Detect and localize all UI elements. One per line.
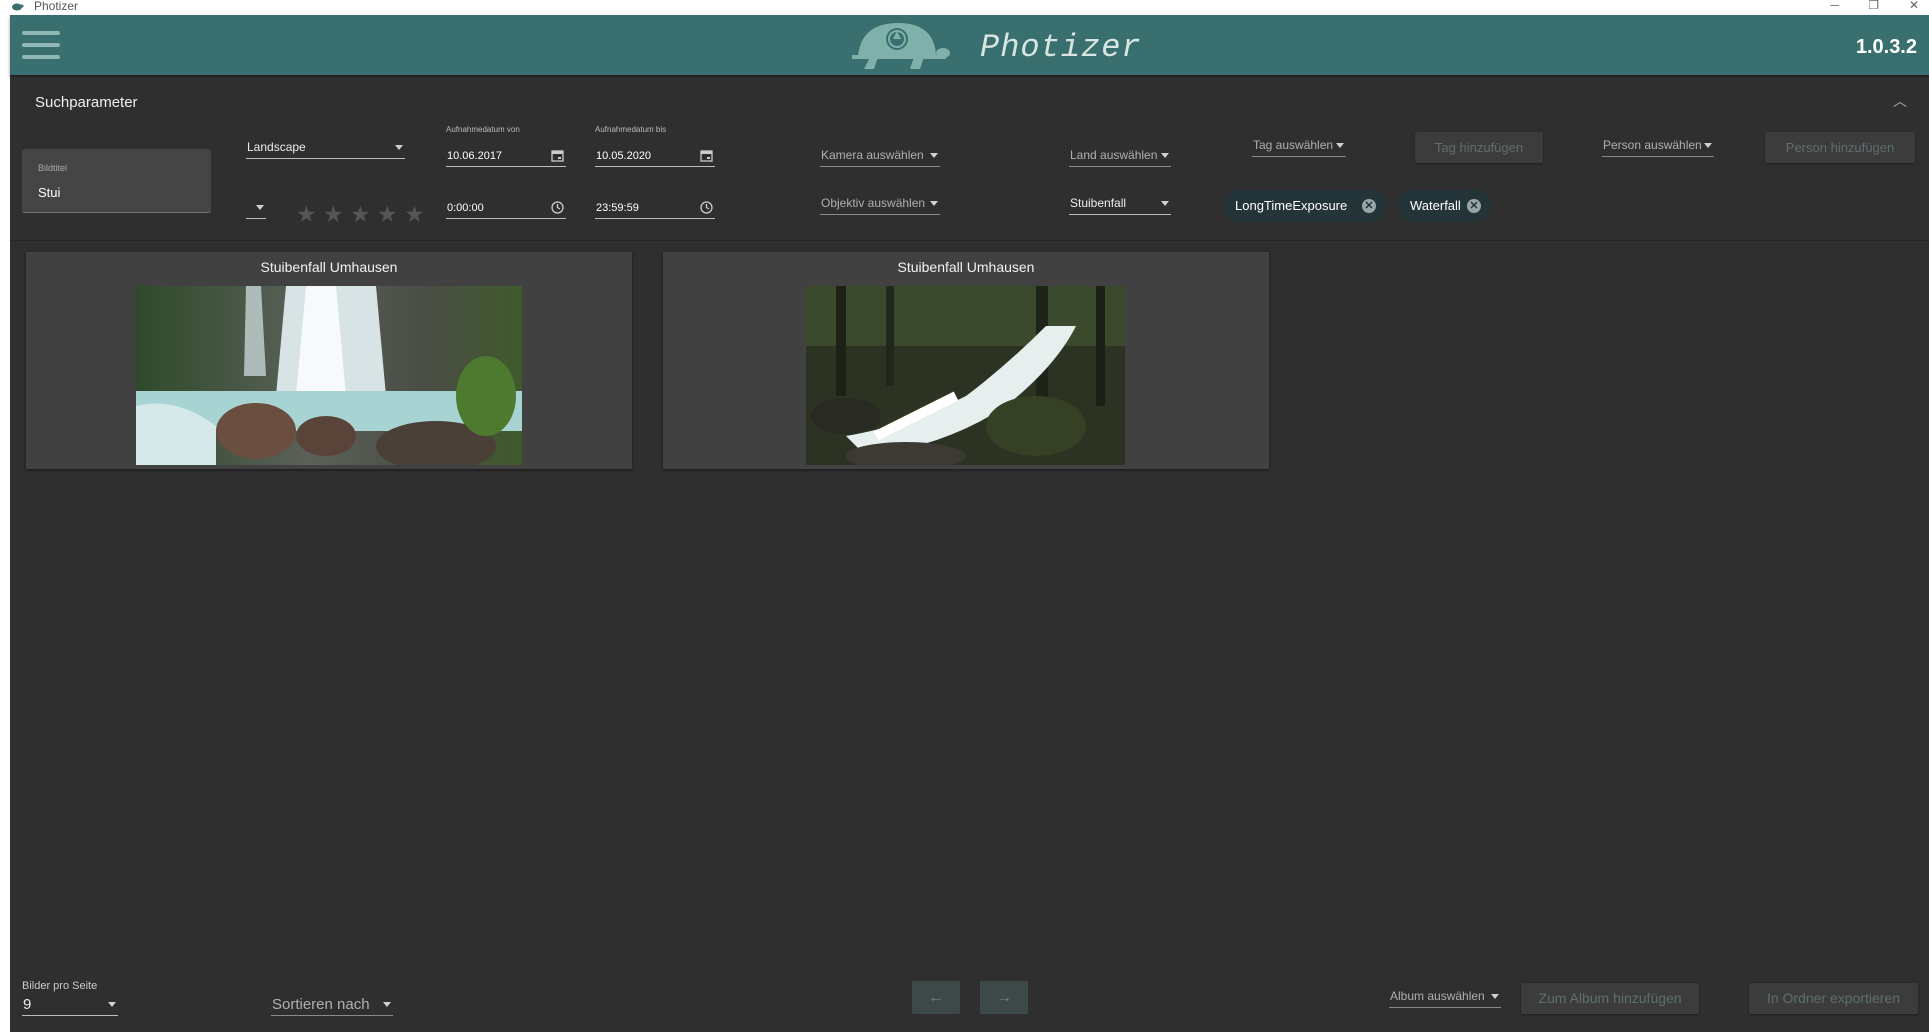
lens-placeholder: Objektiv auswählen — [821, 196, 926, 210]
chevron-down-icon — [383, 1002, 391, 1007]
minimize-icon[interactable]: ─ — [1830, 0, 1839, 11]
add-person-button[interactable]: Person hinzufügen — [1765, 132, 1915, 163]
title-field-label: Bildtitel — [38, 163, 68, 173]
category-select[interactable]: Landscape — [246, 137, 405, 159]
star-icon[interactable]: ★ — [377, 201, 398, 227]
album-placeholder: Album auswählen — [1390, 989, 1485, 1003]
per-page-value: 9 — [23, 996, 32, 1013]
rating-stars[interactable]: ★ ★ ★ ★ ★ — [296, 201, 425, 228]
next-page-button[interactable]: → — [980, 981, 1028, 1014]
person-select[interactable]: Person auswählen — [1602, 135, 1714, 157]
chevron-down-icon — [1161, 201, 1169, 206]
country-placeholder: Land auswählen — [1070, 148, 1158, 162]
date-to-field[interactable]: Aufnahmedatum bis 10.05.2020 — [595, 125, 715, 167]
time-from-field[interactable]: 0:00:00 — [446, 197, 566, 219]
rating-compare-select[interactable] — [246, 197, 266, 219]
hamburger-icon[interactable] — [22, 31, 60, 59]
tag-chip-label: LongTimeExposure — [1235, 198, 1348, 213]
chevron-down-icon — [108, 1002, 116, 1007]
camera-select[interactable]: Kamera auswählen — [820, 145, 940, 167]
photo-card[interactable]: Stuibenfall Umhausen — [26, 252, 632, 469]
panel-title: Suchparameter — [35, 94, 138, 111]
lens-select[interactable]: Objektiv auswählen — [820, 193, 940, 215]
title-field[interactable]: Bildtitel Stui — [22, 149, 211, 213]
window-border — [0, 15, 10, 1032]
star-icon[interactable]: ★ — [323, 201, 344, 227]
photo-card-title: Stuibenfall Umhausen — [260, 259, 398, 275]
date-from-field[interactable]: Aufnahmedatum von 10.06.2017 — [446, 125, 566, 167]
tag-chip: LongTimeExposure ✕ — [1223, 190, 1386, 222]
per-page-label: Bilder pro Seite — [22, 980, 98, 992]
close-icon[interactable]: ✕ — [1909, 0, 1919, 11]
date-from-value: 10.06.2017 — [447, 150, 503, 162]
calendar-icon[interactable] — [551, 149, 564, 162]
chevron-down-icon — [1161, 153, 1169, 158]
add-tag-button[interactable]: Tag hinzufügen — [1415, 132, 1543, 163]
date-to-label: Aufnahmedatum bis — [595, 125, 667, 134]
prev-page-button[interactable]: ← — [912, 981, 960, 1014]
chevron-down-icon — [1336, 143, 1344, 148]
window-title: Photizer — [34, 0, 79, 13]
chevron-down-icon — [1491, 994, 1499, 999]
app-icon — [12, 3, 24, 11]
category-value: Landscape — [247, 140, 306, 154]
date-to-value: 10.05.2020 — [596, 150, 652, 162]
place-select[interactable]: Stuibenfall — [1069, 193, 1171, 215]
remove-chip-icon[interactable]: ✕ — [1467, 199, 1481, 213]
date-from-label: Aufnahmedatum von — [446, 125, 520, 134]
chevron-down-icon — [256, 205, 264, 210]
time-to-field[interactable]: 23:59:59 — [595, 197, 715, 219]
window-titlebar: Photizer ─ ❐ ✕ — [0, 0, 1929, 15]
star-icon[interactable]: ★ — [404, 201, 425, 227]
calendar-icon[interactable] — [700, 149, 713, 162]
star-icon[interactable]: ★ — [296, 201, 317, 227]
export-folder-button[interactable]: In Ordner exportieren — [1749, 983, 1918, 1014]
chevron-down-icon — [395, 145, 403, 150]
add-to-album-button[interactable]: Zum Album hinzufügen — [1521, 983, 1699, 1014]
camera-placeholder: Kamera auswählen — [821, 148, 924, 162]
tag-select[interactable]: Tag auswählen — [1252, 135, 1346, 157]
app-header: Photizer 1.0.3.2 — [10, 15, 1929, 75]
tag-chip-label: Waterfall — [1410, 198, 1461, 213]
search-panel: Suchparameter ︿ Bildtitel Stui Landscape… — [10, 77, 1929, 241]
photo-thumbnail — [806, 286, 1125, 465]
sort-select[interactable]: Sortieren nach — [271, 994, 393, 1016]
title-field-value: Stui — [38, 185, 61, 200]
maximize-icon[interactable]: ❐ — [1868, 0, 1879, 11]
version-label: 1.0.3.2 — [1855, 36, 1917, 58]
chevron-down-icon — [930, 153, 938, 158]
chevron-down-icon — [1704, 143, 1712, 148]
remove-chip-icon[interactable]: ✕ — [1362, 199, 1376, 213]
clock-icon[interactable] — [700, 201, 713, 214]
turtle-logo-icon — [852, 23, 950, 69]
sort-placeholder: Sortieren nach — [272, 996, 370, 1013]
person-placeholder: Person auswählen — [1603, 138, 1702, 152]
country-select[interactable]: Land auswählen — [1069, 145, 1171, 167]
tag-chip: Waterfall ✕ — [1398, 190, 1491, 222]
star-icon[interactable]: ★ — [350, 201, 371, 227]
photo-card[interactable]: Stuibenfall Umhausen — [663, 252, 1269, 469]
time-from-value: 0:00:00 — [447, 202, 484, 214]
chevron-down-icon — [930, 201, 938, 206]
place-value: Stuibenfall — [1070, 196, 1127, 210]
time-to-value: 23:59:59 — [596, 202, 639, 214]
album-select[interactable]: Album auswählen — [1389, 986, 1501, 1008]
collapse-icon[interactable]: ︿ — [1893, 91, 1907, 111]
photo-card-title: Stuibenfall Umhausen — [897, 259, 1035, 275]
clock-icon[interactable] — [551, 201, 564, 214]
per-page-select[interactable]: 9 — [22, 994, 118, 1016]
photo-thumbnail — [136, 286, 522, 465]
app-brand: Photizer — [980, 29, 1142, 66]
tag-placeholder: Tag auswählen — [1253, 138, 1334, 152]
